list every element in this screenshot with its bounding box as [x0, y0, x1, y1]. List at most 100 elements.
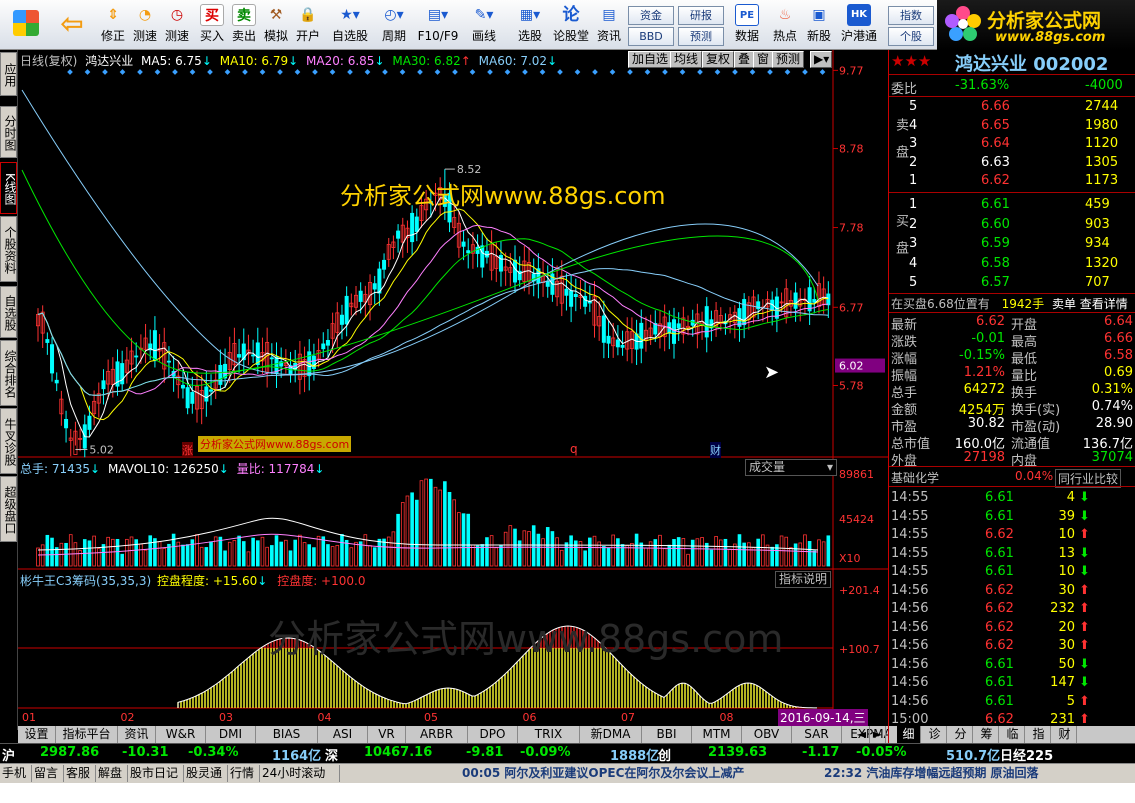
- buy-level[interactable]: 4: [909, 256, 917, 271]
- capital-button[interactable]: 资金: [628, 6, 674, 25]
- add-watchlist-button[interactable]: 加自选: [628, 51, 673, 68]
- speed-test-button[interactable]: ◔ 测速: [130, 4, 160, 48]
- quote-tab[interactable]: 分: [949, 726, 973, 743]
- indicator-tab[interactable]: MTM: [692, 726, 742, 743]
- status-link[interactable]: 客服: [64, 765, 96, 782]
- tab-apps[interactable]: 应用: [0, 52, 17, 96]
- indicator-tab[interactable]: 资讯: [118, 726, 156, 743]
- sz-label[interactable]: 深: [325, 745, 338, 764]
- sh-label[interactable]: 沪: [2, 745, 15, 764]
- sell-level[interactable]: 1: [909, 173, 917, 188]
- tab-super-orderbook[interactable]: 超级盘口: [0, 476, 17, 542]
- news-ticker-1[interactable]: 00:05 阿尔及利亚建议OPEC在阿尔及尔会议上减产: [460, 765, 746, 782]
- buy-level[interactable]: 3: [909, 236, 917, 251]
- buy-level[interactable]: 1: [909, 197, 917, 212]
- indicator-tab[interactable]: VR: [368, 726, 406, 743]
- data-button[interactable]: PE 数据: [732, 4, 762, 48]
- quote-tab[interactable]: 临: [1001, 726, 1025, 743]
- test-speed-button[interactable]: ◷ 测速: [162, 4, 192, 48]
- sell-level[interactable]: 3: [909, 136, 917, 151]
- favorite-stars[interactable]: ★★★: [891, 52, 931, 70]
- candle-body: [180, 384, 185, 389]
- tab-watchlist[interactable]: 自选股: [0, 286, 17, 338]
- tab-ranking[interactable]: 综合排名: [0, 340, 17, 406]
- indicator-tab[interactable]: OBV: [742, 726, 792, 743]
- hk-connect-button[interactable]: HK 沪港通: [838, 4, 880, 48]
- volume-axis-label: 45424: [839, 513, 874, 526]
- indicator-tab[interactable]: TRIX: [518, 726, 580, 743]
- window-button[interactable]: 窗: [753, 51, 774, 68]
- indicator-tab[interactable]: BBI: [642, 726, 692, 743]
- overlay-button[interactable]: 叠: [734, 51, 755, 68]
- tab-scroll-right-icon[interactable]: ►: [870, 726, 886, 743]
- cy-label[interactable]: 创: [658, 745, 671, 764]
- indicator-tab[interactable]: 指标平台: [56, 726, 118, 743]
- indicator-tab[interactable]: DMI: [206, 726, 256, 743]
- indicator-help-button[interactable]: 指标说明: [775, 571, 832, 588]
- status-link[interactable]: 解盘: [96, 765, 128, 782]
- news-ticker-2[interactable]: 22:32 汽油库存增幅远超预期 原油回落: [822, 765, 1041, 782]
- draw-line-button[interactable]: ✎▾ 画线: [464, 4, 504, 48]
- tab-timeshare[interactable]: 分时图: [0, 106, 17, 158]
- tab-kline[interactable]: K线图: [0, 162, 17, 214]
- indicator-tab[interactable]: BIAS: [256, 726, 318, 743]
- back-button[interactable]: ⇦: [52, 4, 92, 48]
- tab-stock-info[interactable]: 个股资料: [0, 216, 17, 282]
- quote-tab[interactable]: 筹: [975, 726, 999, 743]
- kline-chart-area[interactable]: 9.77 8.78 7.78 6.77 5.78 6.02 89861 45424 X10 +20…: [18, 50, 888, 730]
- indicator-tab[interactable]: ASI: [318, 726, 368, 743]
- windows-grid-button[interactable]: [8, 4, 44, 48]
- indicator-dropdown[interactable]: 成交量 ▾: [745, 459, 837, 476]
- status-link[interactable]: 手机: [0, 765, 32, 782]
- chart-menu-button[interactable]: ▶▾: [810, 51, 832, 68]
- revise-button[interactable]: ⇕ 修正: [98, 4, 128, 48]
- sell-button[interactable]: 卖 卖出: [229, 4, 259, 48]
- status-link[interactable]: 24小时滚动: [260, 765, 340, 782]
- nikkei-label[interactable]: 日经225: [1000, 745, 1053, 764]
- forecast-button[interactable]: 预测: [678, 27, 724, 46]
- buy-button[interactable]: 买 买入: [197, 4, 227, 48]
- f10-button[interactable]: ▤▾ F10/F9: [414, 4, 462, 48]
- period-button[interactable]: ◴▾ 周期: [374, 4, 414, 48]
- forecast-chart-button[interactable]: 预测: [772, 51, 805, 68]
- status-link[interactable]: 留言: [32, 765, 64, 782]
- sell-level[interactable]: 5: [909, 99, 917, 114]
- order-detail-link[interactable]: 查看详情: [1080, 297, 1128, 311]
- arrow-up-icon: ⬆: [1079, 582, 1090, 598]
- quote-tab[interactable]: 诊: [923, 726, 947, 743]
- indicator-tab[interactable]: ARBR: [406, 726, 468, 743]
- sell-level[interactable]: 2: [909, 155, 917, 170]
- indicator-tab[interactable]: DPO: [468, 726, 518, 743]
- tab-diagnosis[interactable]: 牛叉诊股: [0, 408, 17, 474]
- quote-tab[interactable]: 财: [1053, 726, 1077, 743]
- status-link[interactable]: 股市日记: [128, 765, 184, 782]
- status-link[interactable]: 行情: [228, 765, 260, 782]
- stock-select-button[interactable]: ▦▾ 选股: [510, 4, 550, 48]
- open-account-button[interactable]: 🔒 开户: [293, 4, 323, 48]
- bbd-button[interactable]: BBD: [628, 27, 674, 46]
- watchlist-button[interactable]: ★▾ 自选股: [330, 4, 370, 48]
- sell-level[interactable]: 4: [909, 118, 917, 133]
- quote-tab[interactable]: 细: [897, 726, 921, 743]
- status-link[interactable]: 股灵通: [184, 765, 228, 782]
- index-button[interactable]: 指数: [888, 6, 934, 25]
- tab-scroll-left-icon[interactable]: ◄: [854, 726, 870, 743]
- hotspot-button[interactable]: ♨ 热点: [770, 4, 800, 48]
- research-report-button[interactable]: 研报: [678, 6, 724, 25]
- simulate-button[interactable]: ⚒ 模拟: [261, 4, 291, 48]
- ma-button[interactable]: 均线: [670, 51, 703, 68]
- new-stock-button[interactable]: ▣ 新股: [804, 4, 834, 48]
- buy-level[interactable]: 5: [909, 275, 917, 290]
- indicator-tab[interactable]: SAR: [792, 726, 842, 743]
- indicator-tab[interactable]: 设置: [18, 726, 56, 743]
- volume-bar: [690, 539, 695, 567]
- adjust-button[interactable]: 复权: [702, 51, 735, 68]
- quote-tab[interactable]: 指: [1027, 726, 1051, 743]
- indicator-tab[interactable]: 新DMA: [580, 726, 642, 743]
- forum-button[interactable]: 论 论股堂: [552, 4, 590, 48]
- indicator-tab[interactable]: W&R: [156, 726, 206, 743]
- order-notice[interactable]: 在买盘6.68位置有 1942手 卖单 查看详情: [891, 295, 1128, 312]
- buy-level[interactable]: 2: [909, 217, 917, 232]
- stock-button[interactable]: 个股: [888, 27, 934, 46]
- news-button[interactable]: ▤ 资讯: [594, 4, 624, 48]
